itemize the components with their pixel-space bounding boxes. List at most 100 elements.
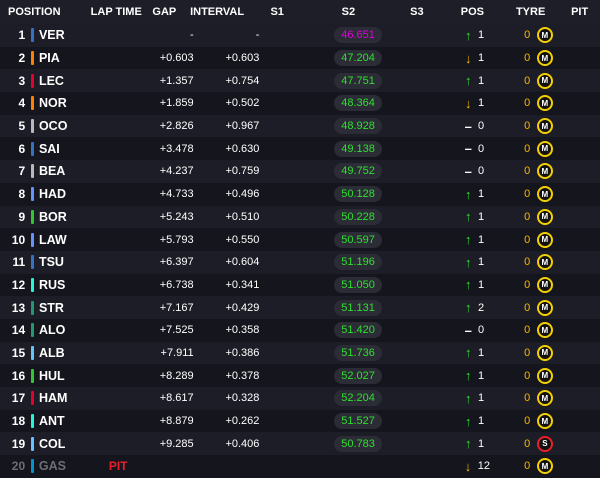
tyre-cell: M xyxy=(534,140,555,157)
driver-code[interactable]: STR xyxy=(35,301,93,315)
driver-code[interactable]: HUL xyxy=(35,369,93,383)
driver-row[interactable]: 1 VER - - 46.651 ↑ 1 0 M xyxy=(0,24,600,47)
header-pos[interactable]: POS xyxy=(443,6,502,18)
sector2-time: 52.204 xyxy=(334,390,383,407)
tyre-compound-icon: M xyxy=(536,118,553,135)
arrow-up-icon: ↑ xyxy=(465,345,472,361)
header-lap-time[interactable]: LAP TIME xyxy=(89,6,143,18)
gap-value: +7.525 xyxy=(159,324,194,337)
position-number: 6 xyxy=(18,141,26,156)
driver-row[interactable]: 13 STR +7.167 +0.429 51.131 ↑ 2 0 M xyxy=(0,296,600,319)
team-color-swatch xyxy=(30,255,34,270)
team-color-swatch xyxy=(30,141,34,156)
driver-code[interactable]: ALO xyxy=(35,323,93,337)
sector2-cell: 51.420 xyxy=(314,322,403,339)
position-number: 8 xyxy=(18,187,26,202)
sector2-time: 47.204 xyxy=(334,50,383,67)
tyre-age: 0 xyxy=(524,74,531,87)
header-s3[interactable]: S3 xyxy=(391,6,443,18)
driver-row[interactable]: 18 ANT +8.879 +0.262 51.527 ↑ 1 0 M xyxy=(0,409,600,433)
tyre-cell: M xyxy=(534,231,555,248)
driver-code[interactable]: PIA xyxy=(35,51,93,65)
tyre-compound-icon: M xyxy=(536,231,553,248)
driver-row[interactable]: 10 LAW +5.793 +0.550 50.597 ↑ 1 0 M xyxy=(0,228,600,251)
driver-code[interactable]: ANT xyxy=(35,414,93,428)
header-s1[interactable]: S1 xyxy=(249,6,306,18)
driver-code[interactable]: BEA xyxy=(35,164,93,178)
tyre-cell: M xyxy=(534,390,555,407)
driver-row[interactable]: 2 PIA +0.603 +0.603 47.204 ↓ 1 0 M xyxy=(0,46,600,70)
driver-row[interactable]: 17 HAM +8.617 +0.328 52.204 ↑ 1 0 M xyxy=(0,387,600,410)
tyre-age: 0 xyxy=(524,460,531,473)
driver-row[interactable]: 12 RUS +6.738 +0.341 51.050 ↑ 1 0 M xyxy=(0,273,600,297)
gap-value: +3.478 xyxy=(159,142,194,155)
arrow-down-icon: ↓ xyxy=(464,458,472,474)
header-position[interactable]: POSITION xyxy=(0,6,89,18)
sector2-cell: 49.138 xyxy=(314,140,403,157)
position-number: 5 xyxy=(18,119,26,134)
gap-value: +9.285 xyxy=(159,437,194,450)
driver-row[interactable]: 5 OCO +2.826 +0.967 48.928–0 0 M xyxy=(0,114,600,138)
tyre-age: 0 xyxy=(524,256,531,269)
position-number: 16 xyxy=(11,368,26,383)
driver-row[interactable]: 4 NOR +1.859 +0.502 48.364 ↓ 1 0 M xyxy=(0,92,600,115)
driver-code[interactable]: NOR xyxy=(35,96,93,110)
interval-value: +0.604 xyxy=(225,256,260,269)
header-interval[interactable]: INTERVAL xyxy=(186,6,249,18)
driver-code[interactable]: HAM xyxy=(35,391,93,405)
driver-row[interactable]: 3 LEC +1.357 +0.754 47.751 ↑ 1 0 M xyxy=(0,69,600,93)
interval-value: +0.630 xyxy=(225,142,260,155)
arrow-up-icon: ↑ xyxy=(465,277,472,293)
column-header-row: POSITION LAP TIME GAP INTERVAL S1 S2 S3 … xyxy=(0,0,600,24)
driver-code[interactable]: SAI xyxy=(35,142,93,156)
header-pit[interactable]: PIT xyxy=(559,6,600,18)
position-number: 3 xyxy=(18,73,26,88)
driver-code[interactable]: BOR xyxy=(35,210,93,224)
driver-code[interactable]: VER xyxy=(35,28,93,42)
driver-row[interactable]: 7 BEA +4.237 +0.759 49.752–0 0 M xyxy=(0,160,600,183)
driver-code[interactable]: ALB xyxy=(35,346,93,360)
driver-code[interactable]: TSU xyxy=(35,255,93,269)
driver-row[interactable]: 19 COL +9.285 +0.406 50.783 ↑ 1 0 S xyxy=(0,432,600,456)
header-gap[interactable]: GAP xyxy=(143,6,186,18)
interval-value: +0.262 xyxy=(225,415,260,428)
tyre-cell: M xyxy=(534,72,555,89)
tyre-compound-icon: M xyxy=(536,390,553,407)
driver-code[interactable]: LEC xyxy=(35,74,93,88)
driver-code[interactable]: COL xyxy=(35,437,93,451)
sector2-cell: 51.736 xyxy=(314,344,403,361)
position-change: 0 xyxy=(478,324,485,337)
gap-value: +8.289 xyxy=(159,369,194,382)
team-color-swatch xyxy=(30,368,34,383)
driver-code[interactable]: HAD xyxy=(35,187,93,201)
driver-row[interactable]: 14 ALO +7.525 +0.358 51.420–0 0 M xyxy=(0,318,600,342)
position-change: 12 xyxy=(477,460,490,473)
gap-value: +4.237 xyxy=(159,165,194,178)
interval-value: +0.967 xyxy=(225,120,260,133)
position-change: 1 xyxy=(478,97,485,110)
tyre-compound-icon: M xyxy=(536,344,553,361)
driver-code[interactable]: LAW xyxy=(35,233,93,247)
driver-row[interactable]: 9 BOR +5.243 +0.510 50.228 ↑ 1 0 M xyxy=(0,205,600,229)
header-tyre[interactable]: TYRE xyxy=(502,6,559,18)
tyre-age: 0 xyxy=(524,301,531,314)
driver-code[interactable]: OCO xyxy=(35,119,93,133)
team-color-swatch xyxy=(30,345,34,360)
header-s2[interactable]: S2 xyxy=(306,6,391,18)
driver-row[interactable]: 16 HUL +8.289 +0.378 52.027 ↑ 1 0 M xyxy=(0,364,600,387)
driver-row[interactable]: 15 ALB +7.911 +0.386 51.736 ↑ 1 0 M xyxy=(0,341,600,365)
driver-row[interactable]: 8 HAD +4.733 +0.496 50.128 ↑ 1 0 M xyxy=(0,182,600,206)
tyre-cell: M xyxy=(534,367,555,384)
driver-code[interactable]: GAS xyxy=(35,459,93,473)
interval-value: +0.358 xyxy=(225,324,260,337)
driver-row[interactable]: 6 SAI +3.478 +0.630 49.138–0 0 M xyxy=(0,137,600,161)
driver-code[interactable]: RUS xyxy=(35,278,93,292)
sector2-time: 52.027 xyxy=(334,367,383,384)
dash-icon: – xyxy=(464,163,472,179)
tyre-age: 0 xyxy=(524,188,531,201)
gap-value: +0.603 xyxy=(159,52,194,65)
driver-row[interactable]: 11 TSU +6.397 +0.604 51.196 ↑ 1 0 M xyxy=(0,250,600,274)
tyre-cell: S xyxy=(534,435,555,452)
driver-row[interactable]: 20 GAS PIT ↓ 12 0 M xyxy=(0,455,600,478)
gap-value: +8.879 xyxy=(159,415,194,428)
